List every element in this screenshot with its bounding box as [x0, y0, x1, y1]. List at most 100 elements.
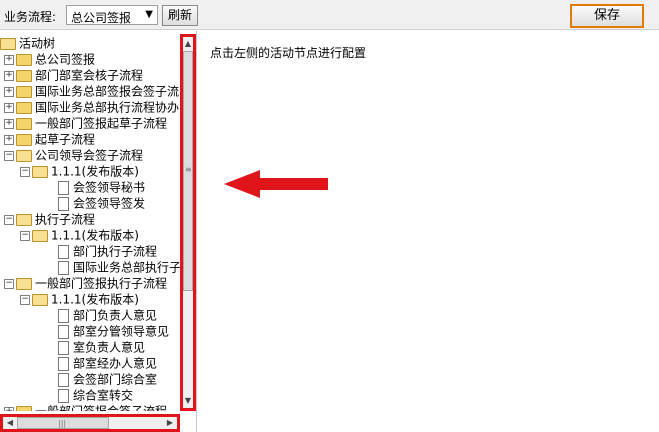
collapse-icon[interactable]: − — [20, 166, 30, 177]
tree-folder-node[interactable]: + 一般部门签报起草子流程 — [4, 115, 167, 131]
tree-node-label: 1.1.1(发布版本) — [51, 164, 139, 179]
expand-icon[interactable]: + — [4, 54, 14, 65]
tree-node-label: 会签领导秘书 — [73, 180, 146, 195]
document-icon — [58, 388, 69, 403]
tree-folder-node[interactable]: + 一般部门签报会签子流程 — [4, 403, 167, 411]
scroll-up-icon[interactable]: ▲ — [183, 37, 193, 51]
activity-tree-panel: 活动树 + 总公司签报 + 部门部室会核子流程 + 国际业务总部签报会签子流 + 国际业务总部执… — [0, 31, 197, 432]
document-icon — [58, 372, 69, 387]
grip-icon: ||| — [58, 419, 67, 428]
tree-leaf-node[interactable]: 综合室转交 — [58, 387, 133, 403]
document-icon — [58, 180, 69, 195]
tree-leaf-node[interactable]: 国际业务总部执行子 — [58, 259, 180, 275]
document-icon — [58, 308, 69, 323]
scroll-left-icon[interactable]: ◀ — [3, 417, 17, 429]
config-hint: 点击左侧的活动节点进行配置 — [210, 46, 367, 60]
tree-leaf-node[interactable]: 会签领导签发 — [58, 195, 145, 211]
tree-node-label: 1.1.1(发布版本) — [51, 228, 139, 243]
folder-open-icon — [0, 37, 16, 50]
document-icon — [58, 260, 69, 275]
folder-open-icon — [32, 293, 48, 306]
expand-icon[interactable]: + — [4, 70, 14, 81]
tree-node-label: 会签领导签发 — [73, 196, 146, 211]
tree-node-label: 室负责人意见 — [73, 340, 146, 355]
tree-leaf-node[interactable]: 会签领导秘书 — [58, 179, 145, 195]
tree-node-label: 1.1.1(发布版本) — [51, 292, 139, 307]
expand-icon[interactable]: + — [4, 86, 14, 97]
refresh-button[interactable]: 刷新 — [162, 5, 198, 26]
folder-icon — [16, 69, 32, 82]
horizontal-scroll-thumb[interactable]: ||| — [17, 417, 109, 429]
tree-node-label: 一般部门签报会签子流程 — [35, 405, 167, 412]
tree-node-label: 综合室转交 — [73, 388, 134, 403]
collapse-icon[interactable]: − — [20, 230, 30, 241]
folder-icon — [16, 85, 32, 98]
activity-tree: 活动树 + 总公司签报 + 部门部室会核子流程 + 国际业务总部签报会签子流 + 国际业务总部执… — [0, 31, 180, 411]
tree-folder-node[interactable]: + 总公司签报 — [4, 51, 95, 67]
left-arrow-icon — [224, 170, 328, 198]
process-select-value: 总公司签报 — [71, 11, 132, 25]
tree-folder-node[interactable]: + 国际业务总部签报会签子流 — [4, 83, 179, 99]
tree-node-label: 部室经办人意见 — [73, 356, 158, 371]
folder-icon — [16, 405, 32, 411]
tree-leaf-node[interactable]: 会签部门综合室 — [58, 371, 157, 387]
document-icon — [58, 196, 69, 211]
tree-node-label: 国际业务总部执行子 — [73, 260, 180, 275]
expand-icon[interactable]: + — [4, 134, 14, 145]
tree-folder-node[interactable]: + 起草子流程 — [4, 131, 95, 147]
save-button[interactable]: 保存 — [570, 4, 644, 28]
expand-icon[interactable]: + — [4, 406, 14, 411]
tree-node-label: 国际业务总部签报会签子流 — [35, 84, 180, 99]
tree-folder-node[interactable]: − 执行子流程 — [4, 211, 95, 227]
document-icon — [58, 356, 69, 371]
folder-icon — [16, 53, 32, 66]
process-select[interactable]: 总公司签报 ▼ — [66, 5, 158, 25]
folder-open-icon — [32, 229, 48, 242]
scroll-right-icon[interactable]: ▶ — [163, 417, 177, 429]
expand-icon[interactable]: + — [4, 102, 14, 113]
scroll-down-icon[interactable]: ▼ — [183, 394, 193, 408]
tree-folder-node[interactable]: − 1.1.1(发布版本) — [20, 291, 139, 307]
folder-icon — [16, 101, 32, 114]
collapse-icon[interactable]: − — [4, 278, 14, 289]
vertical-scroll-thumb[interactable]: ≡ — [183, 51, 193, 291]
tree-folder-node[interactable]: − 公司领导会签子流程 — [4, 147, 143, 163]
folder-icon — [16, 117, 32, 130]
tree-folder-node[interactable]: − 一般部门签报执行子流程 — [4, 275, 167, 291]
tree-node-label: 一般部门签报执行子流程 — [35, 276, 168, 291]
tree-folder-node[interactable]: − 1.1.1(发布版本) — [20, 227, 139, 243]
vertical-scrollbar[interactable]: ▲ ≡ ▼ — [180, 34, 196, 411]
tree-folder-node[interactable]: − 1.1.1(发布版本) — [20, 163, 139, 179]
tree-node-label: 一般部门签报起草子流程 — [35, 116, 168, 131]
tree-leaf-node[interactable]: 部门负责人意见 — [58, 307, 157, 323]
process-label: 业务流程: — [4, 10, 57, 24]
tree-node-label: 部门负责人意见 — [73, 308, 158, 323]
tree-node-label: 部室分管领导意见 — [73, 324, 170, 339]
collapse-icon[interactable]: − — [20, 294, 30, 305]
tree-node-label: 国际业务总部执行流程协办 — [35, 100, 180, 115]
folder-open-icon — [16, 213, 32, 226]
tree-leaf-node[interactable]: 部门执行子流程 — [58, 243, 157, 259]
tree-folder-node[interactable]: + 部门部室会核子流程 — [4, 67, 143, 83]
folder-open-icon — [32, 165, 48, 178]
tree-node-label: 起草子流程 — [35, 132, 96, 147]
tree-folder-node[interactable]: + 国际业务总部执行流程协办 — [4, 99, 179, 115]
grip-icon: ≡ — [185, 165, 192, 174]
expand-icon[interactable]: + — [4, 118, 14, 129]
horizontal-scrollbar[interactable]: ◀ ||| ▶ — [0, 414, 180, 432]
tree-leaf-node[interactable]: 室负责人意见 — [58, 339, 145, 355]
tree-node-label: 公司领导会签子流程 — [35, 148, 144, 163]
tree-leaf-node[interactable]: 部室经办人意见 — [58, 355, 157, 371]
collapse-icon[interactable]: − — [4, 214, 14, 225]
tree-node-label: 总公司签报 — [35, 52, 96, 67]
folder-open-icon — [16, 149, 32, 162]
collapse-icon[interactable]: − — [4, 150, 14, 161]
document-icon — [58, 340, 69, 355]
tree-node-label: 会签部门综合室 — [73, 372, 158, 387]
folder-icon — [16, 133, 32, 146]
tree-node-label: 执行子流程 — [35, 212, 96, 227]
chevron-down-icon[interactable]: ▼ — [145, 9, 153, 20]
tree-folder-node[interactable]: 活动树 — [0, 35, 55, 51]
tree-leaf-node[interactable]: 部室分管领导意见 — [58, 323, 169, 339]
tree-node-label: 活动树 — [19, 36, 56, 51]
